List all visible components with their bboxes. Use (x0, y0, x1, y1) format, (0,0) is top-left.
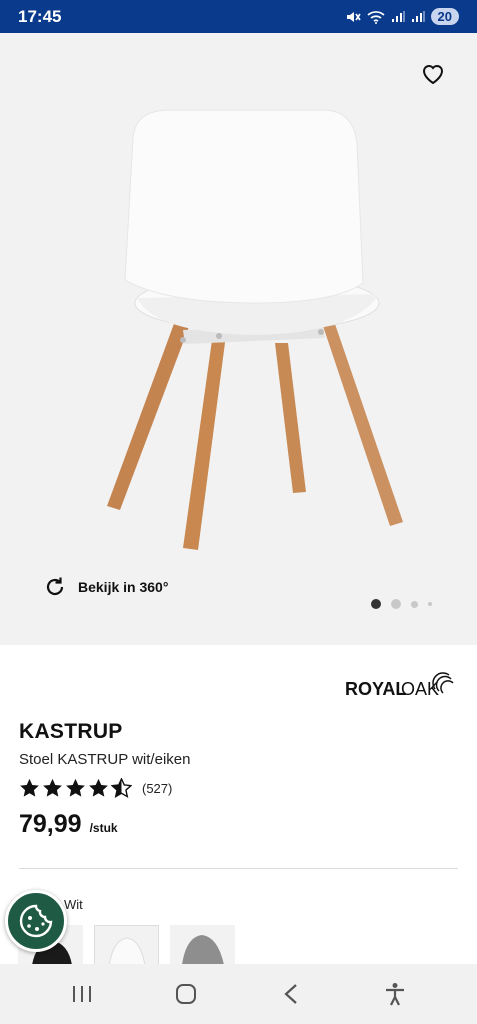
nav-back-button[interactable] (269, 972, 313, 1016)
signal-icon-2 (411, 10, 425, 23)
star-icon (66, 778, 85, 797)
price-value: 79,99 (19, 810, 82, 838)
product-gallery[interactable]: Bekijk in 360° (0, 33, 477, 645)
pagination-dot[interactable] (428, 602, 432, 606)
swatch-grey[interactable] (170, 925, 235, 965)
back-icon (283, 984, 297, 1004)
product-subtitle: Stoel KASTRUP wit/eiken (19, 751, 191, 768)
status-time: 17:45 (18, 6, 62, 26)
star-half-icon (111, 778, 132, 798)
pagination-dot[interactable] (411, 600, 418, 608)
wifi-icon (366, 10, 385, 24)
star-icon (89, 778, 108, 797)
divider (19, 868, 458, 869)
accessibility-icon (385, 983, 404, 1006)
mute-icon (345, 10, 361, 24)
product-image-chair (107, 109, 403, 550)
favorite-button[interactable] (419, 61, 447, 87)
view-360-label: Bekijk in 360° (78, 579, 169, 595)
brand-logo: ROYAL OAK (345, 667, 457, 706)
price-unit: /stuk (89, 821, 118, 835)
product-title: KASTRUP (19, 720, 123, 743)
gallery-pagination[interactable] (371, 599, 432, 609)
status-icons: 20 (345, 8, 459, 25)
signal-icon (391, 10, 405, 23)
battery-indicator: 20 (430, 8, 459, 25)
cookie-settings-icon (19, 904, 53, 938)
swatch-white[interactable] (94, 925, 159, 965)
system-nav-bar (0, 964, 477, 1024)
nav-recents-button[interactable] (60, 972, 104, 1016)
product-price: 79,99 /stuk (19, 810, 118, 839)
view-360-button[interactable]: Bekijk in 360° (44, 576, 168, 598)
rotate-360-icon (46, 577, 64, 596)
home-icon (176, 984, 197, 1004)
product-rating[interactable]: (527) (19, 778, 172, 798)
cookie-settings-button[interactable] (5, 890, 67, 952)
star-icon (20, 778, 39, 797)
color-label: Wit (64, 897, 83, 912)
pagination-dot-active[interactable] (371, 599, 381, 609)
recents-icon (73, 986, 92, 1002)
nav-accessibility-button[interactable] (373, 972, 417, 1016)
pagination-dot[interactable] (391, 599, 401, 609)
status-bar: 17:45 20 (0, 0, 477, 33)
heart-outline-icon (422, 65, 444, 85)
brand-name-royal: ROYAL (345, 679, 406, 699)
nav-home-button[interactable] (164, 972, 208, 1016)
star-icon (43, 778, 62, 797)
review-count[interactable]: (527) (142, 781, 172, 796)
